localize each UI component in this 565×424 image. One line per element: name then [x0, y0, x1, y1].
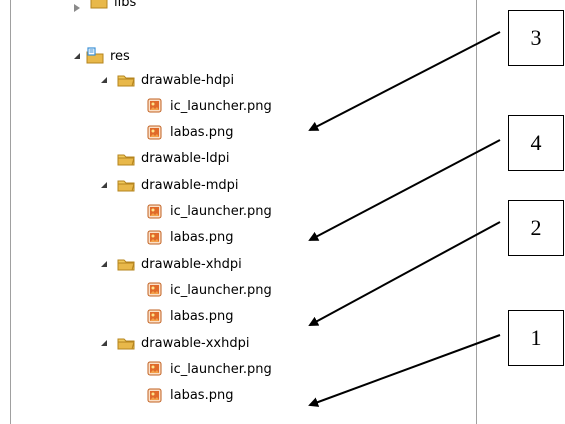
tree-row-folder[interactable]: drawable-mdpi [97, 173, 239, 197]
tree-row-file[interactable]: labas.png [146, 384, 233, 408]
tree-row-file[interactable]: ic_launcher.png [146, 278, 272, 302]
folder-icon [117, 75, 135, 87]
folder-icon [117, 338, 135, 350]
arrow-2 [308, 221, 501, 326]
folder-label: drawable-xxhdpi [141, 335, 250, 351]
png-file-icon [147, 98, 162, 113]
file-label: labas.png [170, 230, 234, 246]
file-label: labas.png [170, 309, 234, 325]
tree-row-folder[interactable]: drawable-xhdpi [97, 252, 242, 276]
file-label: ic_launcher.png [170, 361, 272, 377]
tree-row-libs[interactable]: libs [70, 0, 136, 14]
folder-label: drawable-xhdpi [141, 256, 242, 272]
folder-icon [117, 154, 135, 166]
png-file-icon [147, 361, 162, 376]
arrow-4 [308, 139, 501, 241]
png-file-icon [147, 388, 162, 403]
tree-row-file[interactable]: ic_launcher.png [146, 94, 272, 118]
file-label: labas.png [170, 125, 234, 141]
tree-row-folder[interactable]: drawable-xxhdpi [97, 331, 249, 355]
chevron-down-icon[interactable] [101, 77, 107, 83]
folder-label: drawable-hdpi [141, 72, 235, 88]
chevron-down-icon[interactable] [74, 53, 80, 59]
folder-label: drawable-ldpi [141, 151, 230, 167]
folder-label: drawable-mdpi [141, 177, 239, 193]
callout-box-4: 4 [508, 115, 564, 171]
chevron-right-icon[interactable] [74, 4, 80, 12]
panel-border-left [10, 0, 11, 424]
project-tree: libs res drawable-hdpi ic_launcher.png lab… [0, 0, 565, 424]
file-label: labas.png [170, 388, 234, 404]
tree-label-res: res [110, 48, 130, 64]
chevron-down-icon[interactable] [101, 182, 107, 189]
png-file-icon [147, 282, 162, 297]
png-file-icon [147, 204, 162, 218]
tree-label-libs: libs [114, 0, 137, 10]
resource-folder-icon [86, 47, 104, 64]
chevron-down-icon[interactable] [101, 340, 107, 346]
png-file-icon [147, 309, 162, 324]
tree-row-file[interactable]: labas.png [146, 305, 233, 329]
file-label: ic_launcher.png [170, 282, 272, 298]
tree-row-file[interactable]: labas.png [146, 121, 233, 145]
folder-icon [90, 0, 108, 9]
tree-row-res[interactable]: res [70, 44, 130, 68]
tree-row-folder[interactable]: drawable-hdpi [97, 68, 234, 92]
tree-row-file[interactable]: ic_launcher.png [146, 357, 272, 381]
panel-border-right [476, 0, 477, 424]
callout-box-1: 1 [508, 310, 564, 366]
callout-box-2: 2 [508, 200, 564, 256]
tree-row-file[interactable]: labas.png [146, 226, 233, 250]
png-file-icon [147, 125, 162, 140]
arrow-1 [308, 334, 501, 407]
png-file-icon [147, 230, 162, 245]
file-label: ic_launcher.png [170, 98, 272, 114]
tree-row-folder[interactable]: drawable-ldpi [97, 147, 229, 171]
tree-row-file[interactable]: ic_launcher.png [146, 200, 272, 224]
arrow-3 [308, 31, 501, 131]
folder-icon [117, 180, 135, 192]
folder-icon [117, 259, 135, 271]
file-label: ic_launcher.png [170, 204, 272, 219]
chevron-down-icon[interactable] [101, 261, 107, 268]
callout-box-3: 3 [508, 10, 564, 66]
